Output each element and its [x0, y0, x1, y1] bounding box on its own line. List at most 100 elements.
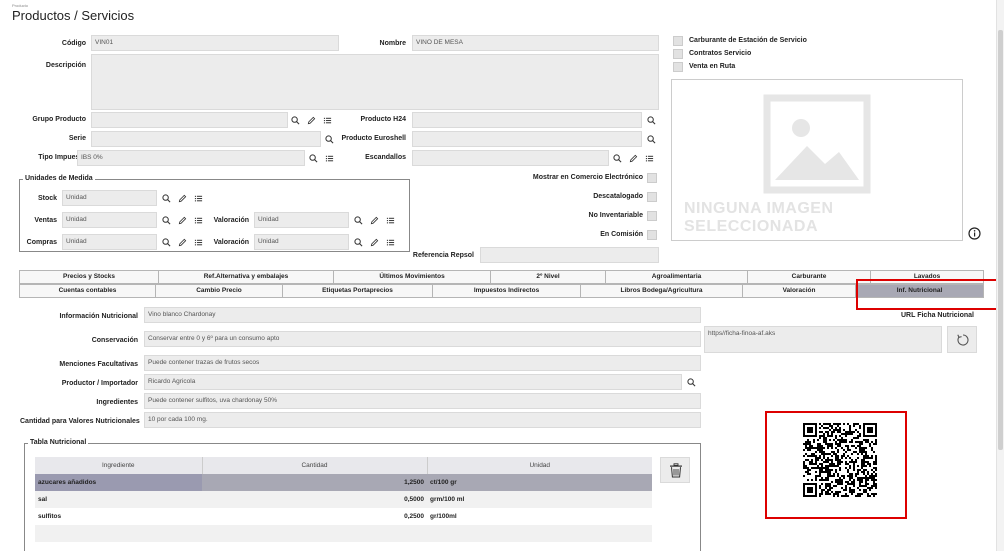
tab-cuentas-contables[interactable]: Cuentas contables	[19, 284, 156, 298]
url-ficha-field[interactable]: https//ficha-finoa-af.aks	[704, 326, 942, 353]
productor-field[interactable]: Ricardo Agricola	[144, 374, 682, 390]
tab-precios-stocks[interactable]: Precios y Stocks	[19, 270, 159, 284]
header-cantidad[interactable]: Cantidad	[202, 457, 428, 474]
cell-ingrediente: sulfitos	[38, 513, 62, 520]
table-row-empty[interactable]	[35, 525, 652, 542]
valoracion2-field[interactable]: Unidad	[254, 234, 349, 250]
h24-field[interactable]	[412, 112, 642, 128]
conservacion-field[interactable]: Conservar entre 0 y 6º para un consumo a…	[144, 331, 701, 347]
ventas-search-icon[interactable]	[161, 212, 172, 228]
menciones-field[interactable]: Puede contener trazas de frutos secos	[144, 355, 701, 371]
tipo-impuesto-list-icon[interactable]	[324, 150, 335, 166]
comercio-checkbox[interactable]	[647, 173, 657, 183]
cantidad-field[interactable]: 10 por cada 100 mg.	[144, 412, 701, 428]
comision-checkbox[interactable]	[647, 230, 657, 240]
grupo-field[interactable]	[91, 112, 288, 128]
productor-search-icon[interactable]	[686, 374, 697, 390]
escandallos-list-icon[interactable]	[644, 150, 655, 166]
tab-ultimos-movimientos[interactable]: Últimos Movimientos	[334, 270, 491, 284]
tipo-impuesto-search-icon[interactable]	[308, 150, 319, 166]
tipo-impuesto-field[interactable]: IBS 0%	[77, 150, 305, 166]
descripcion-field[interactable]	[91, 54, 659, 110]
page-title: Productos / Servicios	[12, 8, 135, 23]
cell-cantidad: 0,5000	[404, 496, 424, 503]
grupo-list-icon[interactable]	[322, 112, 333, 128]
compras-search-icon[interactable]	[161, 234, 172, 250]
h24-search-icon[interactable]	[646, 112, 657, 128]
valoracion1-field[interactable]: Unidad	[254, 212, 349, 228]
no-inventariable-checkbox[interactable]	[647, 211, 657, 221]
carburante-checkbox[interactable]	[673, 36, 683, 46]
contratos-checkbox[interactable]	[673, 49, 683, 59]
escandallos-search-icon[interactable]	[612, 150, 623, 166]
ventas-pencil-icon[interactable]	[177, 212, 188, 228]
info-nutricional-label: Información Nutricional	[59, 313, 138, 320]
scrollbar-thumb[interactable]	[998, 30, 1003, 450]
ingredientes-field[interactable]: Puede contener sulfitos, uva chardonay 5…	[144, 393, 701, 409]
nombre-field[interactable]: VINO DE MESA	[412, 35, 659, 51]
compras-field[interactable]: Unidad	[62, 234, 157, 250]
tab-valoracion[interactable]: Valoración	[743, 284, 856, 298]
cantidad-label: Cantidad para Valores Nutricionales	[20, 418, 140, 425]
tab-agroalimentaria[interactable]: Agroalimentaria	[606, 270, 748, 284]
escandallos-field[interactable]	[412, 150, 609, 166]
info-icon[interactable]	[968, 227, 981, 242]
stock-field[interactable]: Unidad	[62, 190, 157, 206]
tab-ref-alternativa[interactable]: Ref.Alternativa y embalajes	[159, 270, 334, 284]
header-ingrediente[interactable]: Ingrediente	[35, 457, 203, 474]
refresh-icon	[957, 334, 969, 346]
page-scrollbar[interactable]	[996, 0, 1004, 551]
venta-ruta-checkbox[interactable]	[673, 62, 683, 72]
serie-field[interactable]	[91, 131, 321, 147]
euroshell-search-icon[interactable]	[646, 131, 657, 147]
tab-carburante[interactable]: Carburante	[748, 270, 871, 284]
codigo-field[interactable]: VIN01	[91, 35, 339, 51]
compras-pencil-icon[interactable]	[177, 234, 188, 250]
table-row[interactable]: sal 0,5000 grm/100 ml	[35, 491, 652, 508]
tab-libros-bodega[interactable]: Libros Bodega/Agricultura	[581, 284, 743, 298]
cell-unidad: gr/100ml	[430, 513, 457, 520]
valoracion1-label: Valoración	[213, 217, 249, 224]
ventas-list-icon[interactable]	[193, 212, 204, 228]
image-placeholder-icon	[763, 94, 871, 194]
stock-search-icon[interactable]	[161, 190, 172, 206]
valoracion2-search-icon[interactable]	[353, 234, 364, 250]
product-image-area[interactable]: NINGUNA IMAGEN SELECCIONADA	[671, 79, 963, 241]
serie-search-icon[interactable]	[324, 131, 335, 147]
refresh-button[interactable]	[947, 326, 977, 353]
info-nutricional-field[interactable]: Vino blanco Chardonay	[144, 307, 701, 323]
valoracion1-list-icon[interactable]	[385, 212, 396, 228]
delete-row-button[interactable]	[660, 457, 690, 483]
comercio-label: Mostrar en Comercio Electrónico	[532, 174, 643, 181]
carburante-label: Carburante de Estación de Servicio	[689, 37, 807, 44]
image-placeholder-text: NINGUNA IMAGEN SELECCIONADA	[684, 200, 834, 235]
table-row[interactable]: sulfitos 0,2500 gr/100ml	[35, 508, 652, 525]
valoracion1-search-icon[interactable]	[353, 212, 364, 228]
stock-pencil-icon[interactable]	[177, 190, 188, 206]
tab-segundo-nivel[interactable]: 2º Nivel	[491, 270, 606, 284]
referencia-repsol-field[interactable]	[480, 247, 659, 263]
table-row[interactable]: azucares añadidos 1,2500 ct/100 gr	[35, 474, 652, 491]
valoracion2-pencil-icon[interactable]	[369, 234, 380, 250]
compras-list-icon[interactable]	[193, 234, 204, 250]
descatalogado-checkbox[interactable]	[647, 192, 657, 202]
cell-cantidad: 1,2500	[404, 479, 424, 486]
escandallos-pencil-icon[interactable]	[628, 150, 639, 166]
tabla-nutricional-title: Tabla Nutricional	[28, 439, 89, 446]
tab-cambio-precio[interactable]: Cambio Precio	[156, 284, 283, 298]
ventas-field[interactable]: Unidad	[62, 212, 157, 228]
grupo-pencil-icon[interactable]	[306, 112, 317, 128]
trash-icon	[670, 463, 682, 478]
header-unidad[interactable]: Unidad	[427, 457, 652, 474]
stock-list-icon[interactable]	[193, 190, 204, 206]
tabs-row-1: Precios y Stocks Ref.Alternativa y embal…	[19, 270, 984, 284]
nombre-label: Nombre	[379, 40, 406, 47]
tab-etiquetas-portaprecios[interactable]: Etiquetas Portaprecios	[283, 284, 433, 298]
valoracion2-list-icon[interactable]	[385, 234, 396, 250]
url-ficha-label: URL Ficha Nutricional	[901, 312, 974, 319]
grupo-search-icon[interactable]	[290, 112, 301, 128]
valoracion1-pencil-icon[interactable]	[369, 212, 380, 228]
tab-impuestos-indirectos[interactable]: Impuestos Indirectos	[433, 284, 581, 298]
euroshell-field[interactable]	[412, 131, 642, 147]
menciones-label: Menciones Facultativas	[59, 361, 138, 368]
